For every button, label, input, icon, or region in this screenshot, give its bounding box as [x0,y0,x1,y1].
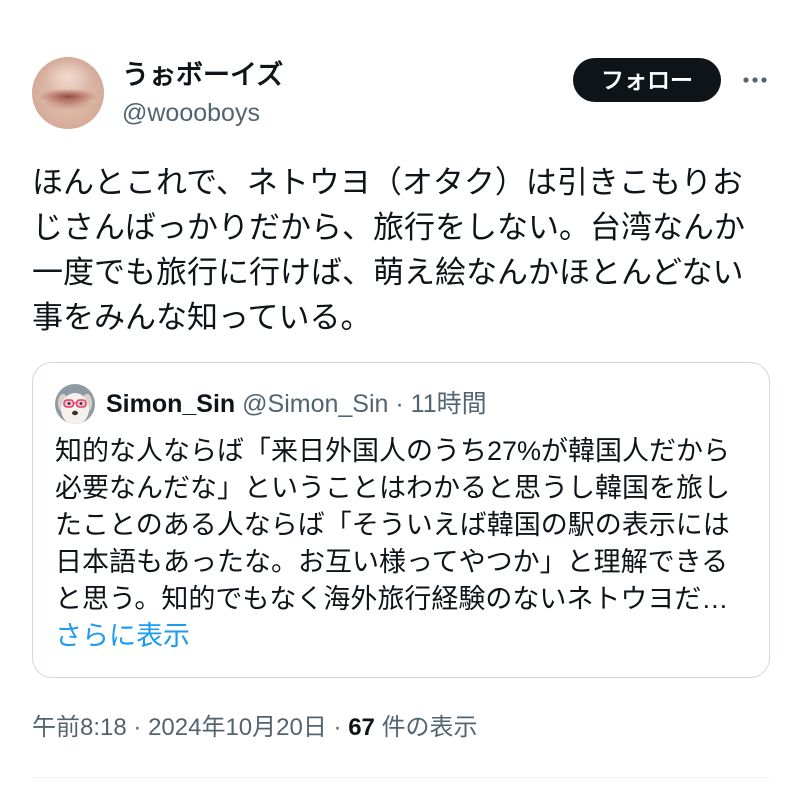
follow-button-label: フォロー [601,67,693,93]
separator-dot: · [333,714,342,741]
quoted-tweet-text: 知的な人ならば「来日外国人のうち27%が韓国人だから 必要なんだな」ということは… [55,433,755,655]
separator-dot: · [395,390,404,418]
tweet-text-line: ほんとこれで、ネトウヨ（オタク）は引きこもりお [32,165,743,200]
tweet-time[interactable]: 午前8:18 [32,714,127,741]
quoted-tweet-time: 11時間 [410,390,487,418]
follow-button[interactable]: フォロー [573,58,721,102]
quoted-text-line: と思う。知的でもなく海外旅行経験のないネトウヨだ… [55,584,729,614]
author-display-name[interactable]: うぉボーイズ [122,59,283,91]
tweet-text-line: じさんばっかりだから、旅行をしない。台湾なんか [32,210,745,245]
views-label: 件の表示 [381,714,478,741]
more-horizontal-icon[interactable] [740,70,770,90]
tweet-detail-page: うぉボーイズ @woooboys フォロー ほんとこれで、ネトウヨ（オタク）は引… [0,0,800,800]
author-handle[interactable]: @woooboys [122,98,260,128]
divider [32,777,770,778]
quoted-text-line: 必要なんだな」ということはわかると思うし韓国を旅し [55,473,730,503]
views-count: 67 [348,714,375,741]
tweet-date[interactable]: 2024年10月20日 [148,714,327,741]
quoted-text-line: 日本語もあったな。お互い様ってやつか」と理解できる [55,547,729,577]
tweet-text-line: 一度でも旅行に行けば、萌え絵なんかほとんどない [32,255,744,290]
quoted-text-line: 知的な人ならば「来日外国人のうち27%が韓国人だから [55,436,731,466]
show-more-link[interactable]: さらに表示 [55,618,755,655]
quoted-text-line: たことのある人ならば「そういえば韓国の駅の表示には [55,510,730,540]
tweet-meta: 午前8:18 · 2024年10月20日 · 67 件の表示 [32,710,478,746]
tweet-text: ほんとこれで、ネトウヨ（オタク）は引きこもりお じさんばっかりだから、旅行をしな… [32,160,772,340]
separator-dot: · [133,714,142,741]
quoted-author-display-name: Simon_Sin [106,390,236,418]
quoted-tweet-header: Simon_Sin @Simon_Sin · 11時間 [106,389,487,419]
tweet-text-line: 事をみんな知っている。 [32,300,372,335]
quoted-author-handle: @Simon_Sin [242,390,389,418]
author-avatar[interactable] [32,57,104,129]
quoted-author-avatar[interactable] [55,384,95,424]
quoted-tweet-card[interactable]: Simon_Sin @Simon_Sin · 11時間 知的な人ならば「来日外国… [32,362,770,678]
